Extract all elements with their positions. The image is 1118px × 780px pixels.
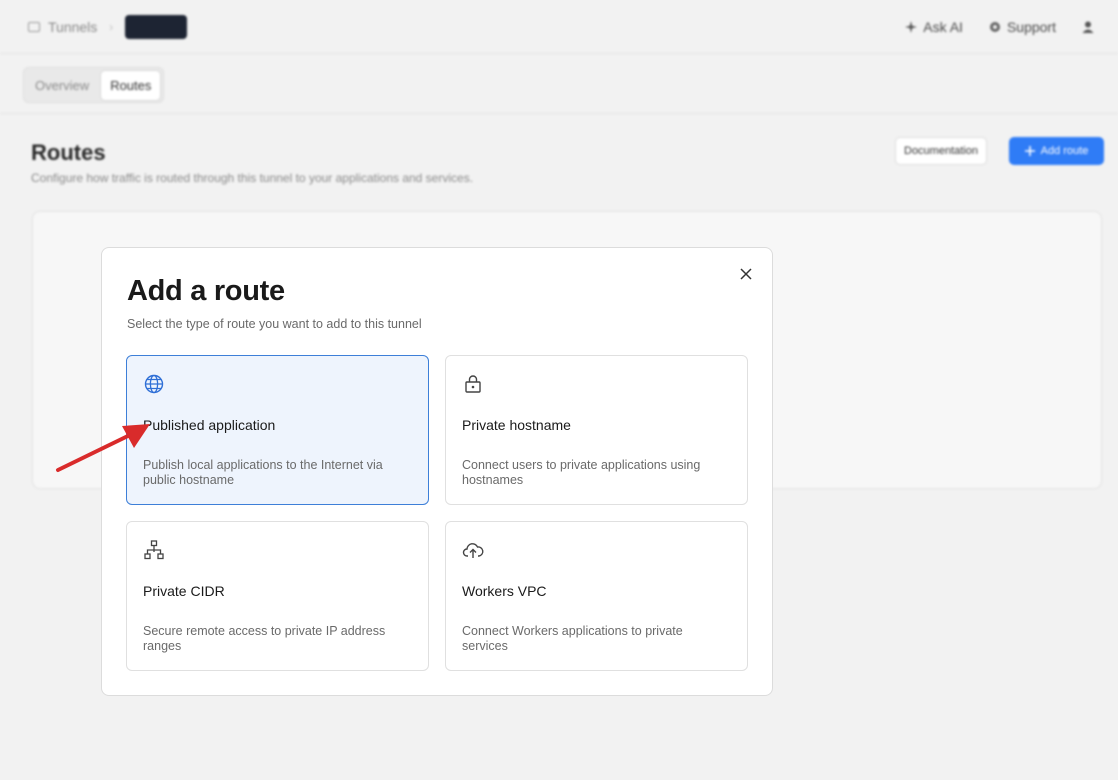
add-route-modal: Add a route Select the type of route you… bbox=[101, 247, 773, 696]
breadcrumb-current-redacted bbox=[125, 14, 188, 39]
plus-icon bbox=[1024, 146, 1035, 156]
option-workers-vpc[interactable]: Workers VPC Connect Workers applications… bbox=[445, 521, 748, 671]
documentation-button[interactable]: Documentation bbox=[895, 137, 987, 165]
option-title: Published application bbox=[143, 417, 276, 433]
top-bar: Tunnels › Ask AI Support bbox=[0, 0, 1118, 54]
tunnel-icon bbox=[28, 21, 40, 32]
option-description: Publish local applications to the Intern… bbox=[143, 458, 383, 487]
support-icon bbox=[989, 21, 1000, 32]
breadcrumb-separator: › bbox=[109, 19, 114, 34]
option-title: Private hostname bbox=[462, 417, 571, 433]
ask-ai-label: Ask AI bbox=[923, 18, 963, 35]
close-icon bbox=[740, 268, 752, 280]
option-private-cidr[interactable]: Private CIDR Secure remote access to pri… bbox=[126, 521, 429, 671]
lock-icon bbox=[465, 375, 481, 393]
tab-bar: Overview Routes bbox=[0, 54, 1118, 114]
option-title: Private CIDR bbox=[143, 583, 225, 599]
page-title: Routes bbox=[31, 140, 106, 165]
user-icon[interactable] bbox=[1082, 21, 1094, 33]
breadcrumb: Tunnels › bbox=[28, 14, 188, 39]
option-description: Connect users to private applications us… bbox=[462, 458, 701, 487]
globe-icon bbox=[144, 374, 164, 394]
option-private-hostname[interactable]: Private hostname Connect users to privat… bbox=[445, 355, 748, 505]
close-button[interactable] bbox=[736, 264, 756, 284]
add-route-label: Add route bbox=[1040, 145, 1089, 157]
option-description: Connect Workers applications to private … bbox=[462, 624, 683, 653]
modal-title: Add a route bbox=[127, 275, 285, 307]
option-description: Secure remote access to private IP addre… bbox=[143, 624, 386, 653]
cloud-upload-icon bbox=[462, 543, 484, 558]
modal-subtitle: Select the type of route you want to add… bbox=[127, 317, 422, 331]
breadcrumb-tunnels[interactable]: Tunnels bbox=[48, 19, 97, 35]
network-icon bbox=[144, 540, 164, 560]
support-label: Support bbox=[1006, 18, 1056, 35]
option-published-application[interactable]: Published application Publish local appl… bbox=[126, 355, 429, 505]
tab-overview[interactable]: Overview bbox=[26, 71, 98, 100]
sparkle-icon bbox=[905, 20, 918, 33]
ask-ai-button[interactable]: Ask AI bbox=[905, 19, 963, 35]
page-subtitle: Configure how traffic is routed through … bbox=[31, 171, 474, 185]
option-title: Workers VPC bbox=[462, 583, 547, 599]
top-actions: Ask AI Support bbox=[905, 19, 1094, 35]
add-route-button[interactable]: Add route bbox=[1009, 137, 1104, 165]
tab-routes[interactable]: Routes bbox=[100, 69, 162, 101]
support-button[interactable]: Support bbox=[989, 19, 1056, 35]
tabs: Overview Routes bbox=[23, 67, 165, 103]
